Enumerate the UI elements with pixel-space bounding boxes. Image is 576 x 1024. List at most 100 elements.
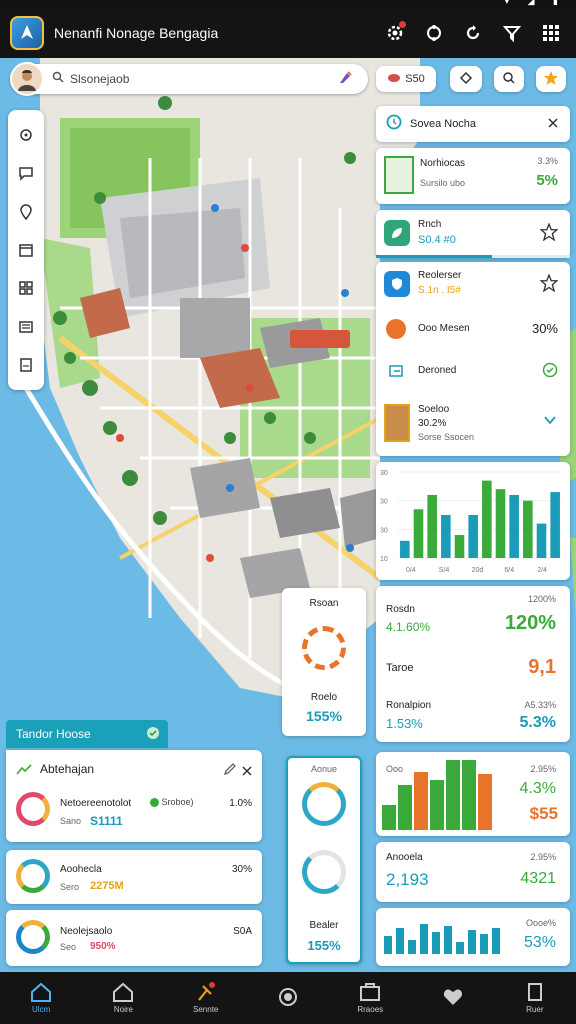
- bar[interactable]: [550, 492, 560, 558]
- settings-gear-icon[interactable]: [381, 19, 409, 47]
- document-icon[interactable]: [14, 353, 38, 377]
- nav-chat[interactable]: [258, 987, 318, 1010]
- close-icon-2[interactable]: [242, 763, 252, 781]
- tag-dot-icon: [150, 798, 159, 808]
- bar[interactable]: [523, 500, 533, 558]
- comment-icon[interactable]: [14, 161, 38, 185]
- x-tick-label: 0/4: [406, 567, 416, 574]
- summary-big-a: 2,193: [386, 870, 429, 889]
- calendar-icon[interactable]: [14, 238, 38, 262]
- item2-progress: [376, 255, 570, 258]
- close-icon[interactable]: [548, 115, 558, 133]
- x-tick-label: S/4: [439, 567, 450, 574]
- map-thumbnail-icon: [384, 156, 414, 194]
- refresh-icon[interactable]: [459, 19, 487, 47]
- trend-card: Oooe% 53%: [376, 908, 570, 966]
- shield-icon: [384, 271, 410, 297]
- item6-sub2: Sorse Ssocen: [418, 432, 475, 442]
- nav-user-label: Ruer: [526, 1005, 544, 1014]
- list-item-1-sub: Sano: [60, 816, 82, 826]
- panel-item-1[interactable]: Norhiocas Sursilo ubo 3.3% 5%: [376, 148, 570, 204]
- search-input[interactable]: Slsonejaob: [70, 72, 338, 86]
- list-item-2[interactable]: Aoohecla Sero 2275M 30%: [6, 850, 262, 904]
- bar[interactable]: [454, 535, 465, 558]
- favorite-pill[interactable]: [536, 66, 566, 92]
- brush-icon[interactable]: [338, 69, 354, 90]
- chevron-down-icon[interactable]: [544, 412, 556, 430]
- mid-donut-card[interactable]: Aonue Bealer 155%: [286, 756, 362, 964]
- tag-pill[interactable]: [450, 66, 482, 92]
- stats-value-b: 1200%: [527, 594, 556, 604]
- sync-icon[interactable]: [420, 19, 448, 47]
- trend-bar: [480, 934, 488, 954]
- section-tab[interactable]: Tandor Hoose: [6, 720, 168, 748]
- item2-sub: S0.4 #0: [418, 234, 456, 246]
- nav-home-label: Ulcm: [32, 1005, 51, 1014]
- search-pill[interactable]: [494, 66, 524, 92]
- donut-card-title: Rsoan: [309, 598, 339, 609]
- bar[interactable]: [482, 480, 492, 558]
- panel-item-3[interactable]: Reolerser S.1n . I5#: [376, 262, 570, 306]
- nav-home[interactable]: Ulcm: [11, 982, 71, 1014]
- bar[interactable]: [427, 494, 437, 558]
- pin-icon[interactable]: [14, 200, 38, 224]
- panel-title: Sovea Nocha: [410, 118, 477, 130]
- search-bar[interactable]: Slsonejaob: [10, 64, 368, 94]
- bar[interactable]: [495, 489, 506, 558]
- info-icon: [386, 114, 402, 135]
- check-circle-icon[interactable]: [542, 362, 558, 383]
- item1-pct-top: 3.3%: [537, 156, 558, 166]
- item4-value: 30%: [531, 321, 558, 336]
- locate-icon[interactable]: [14, 123, 38, 147]
- nav-house[interactable]: Noire: [93, 982, 153, 1014]
- trend-bar: [396, 928, 404, 954]
- details-panel-header: Sovea Nocha: [376, 106, 570, 142]
- star-outline-icon-2[interactable]: [539, 273, 559, 297]
- apps-grid-icon[interactable]: [537, 19, 565, 47]
- list-item-1[interactable]: Netoereenotolot Sroboe) Sano S1111 1.0%: [6, 788, 262, 838]
- app-logo[interactable]: [10, 16, 44, 50]
- bar[interactable]: [536, 523, 547, 558]
- bar[interactable]: [468, 515, 478, 558]
- nav-routes[interactable]: Rraoes: [340, 982, 400, 1014]
- list-item-3[interactable]: Neolejsaolo Seo 950% S0A: [6, 910, 262, 966]
- star-outline-icon[interactable]: [539, 222, 559, 246]
- nav-favorites[interactable]: [423, 987, 483, 1010]
- item4-title: Ooo Mesen: [418, 323, 470, 334]
- puzzle-icon[interactable]: [14, 276, 38, 300]
- panel-item-6[interactable]: Soeloo 30.2% Sorse Ssocen: [376, 394, 570, 452]
- house-icon: [113, 982, 134, 1002]
- y-tick-label: 30: [380, 470, 388, 477]
- bar[interactable]: [441, 515, 451, 558]
- item1-value: 5%: [536, 172, 558, 189]
- leaf-icon: [384, 220, 410, 246]
- bar[interactable]: [400, 540, 410, 558]
- edit-icon[interactable]: [224, 762, 236, 780]
- list-icon[interactable]: [14, 315, 38, 339]
- nav-user[interactable]: Ruer: [505, 982, 565, 1014]
- mid-donut-top-label: Aonue: [310, 764, 338, 774]
- layers-icon: [387, 73, 401, 86]
- y-tick-label: 30: [380, 527, 388, 534]
- bar[interactable]: [413, 509, 424, 558]
- trend-bar: [492, 928, 500, 954]
- panel-item-4[interactable]: Ooo Mesen 30%: [376, 310, 570, 348]
- mid-donut-1: [302, 782, 346, 826]
- user-avatar[interactable]: [10, 62, 44, 96]
- mini-bar-value-b: $55: [529, 804, 558, 823]
- nav-search[interactable]: Sennte: [176, 982, 236, 1014]
- trend-bar: [468, 930, 476, 954]
- filter-icon[interactable]: [498, 19, 526, 47]
- summary-pct: 2.95%: [530, 852, 556, 862]
- panel-item-5[interactable]: Deroned: [376, 352, 570, 390]
- stats-value-a: 4.1.60%: [386, 620, 431, 634]
- layer-count-pill[interactable]: S50: [376, 66, 436, 92]
- search-icon: [52, 70, 64, 88]
- stats-row3-big: 5.3%: [519, 714, 556, 731]
- trend-bar: [408, 940, 416, 954]
- bar[interactable]: [509, 494, 519, 558]
- chat-icon: [278, 987, 297, 1006]
- panel-item-2[interactable]: Rnch S0.4 #0: [376, 210, 570, 258]
- stats-card: Rosdn 1200% 4.1.60% 120% Taroe 9,1 Ronal…: [376, 586, 570, 742]
- y-tick-label: 30: [380, 499, 388, 506]
